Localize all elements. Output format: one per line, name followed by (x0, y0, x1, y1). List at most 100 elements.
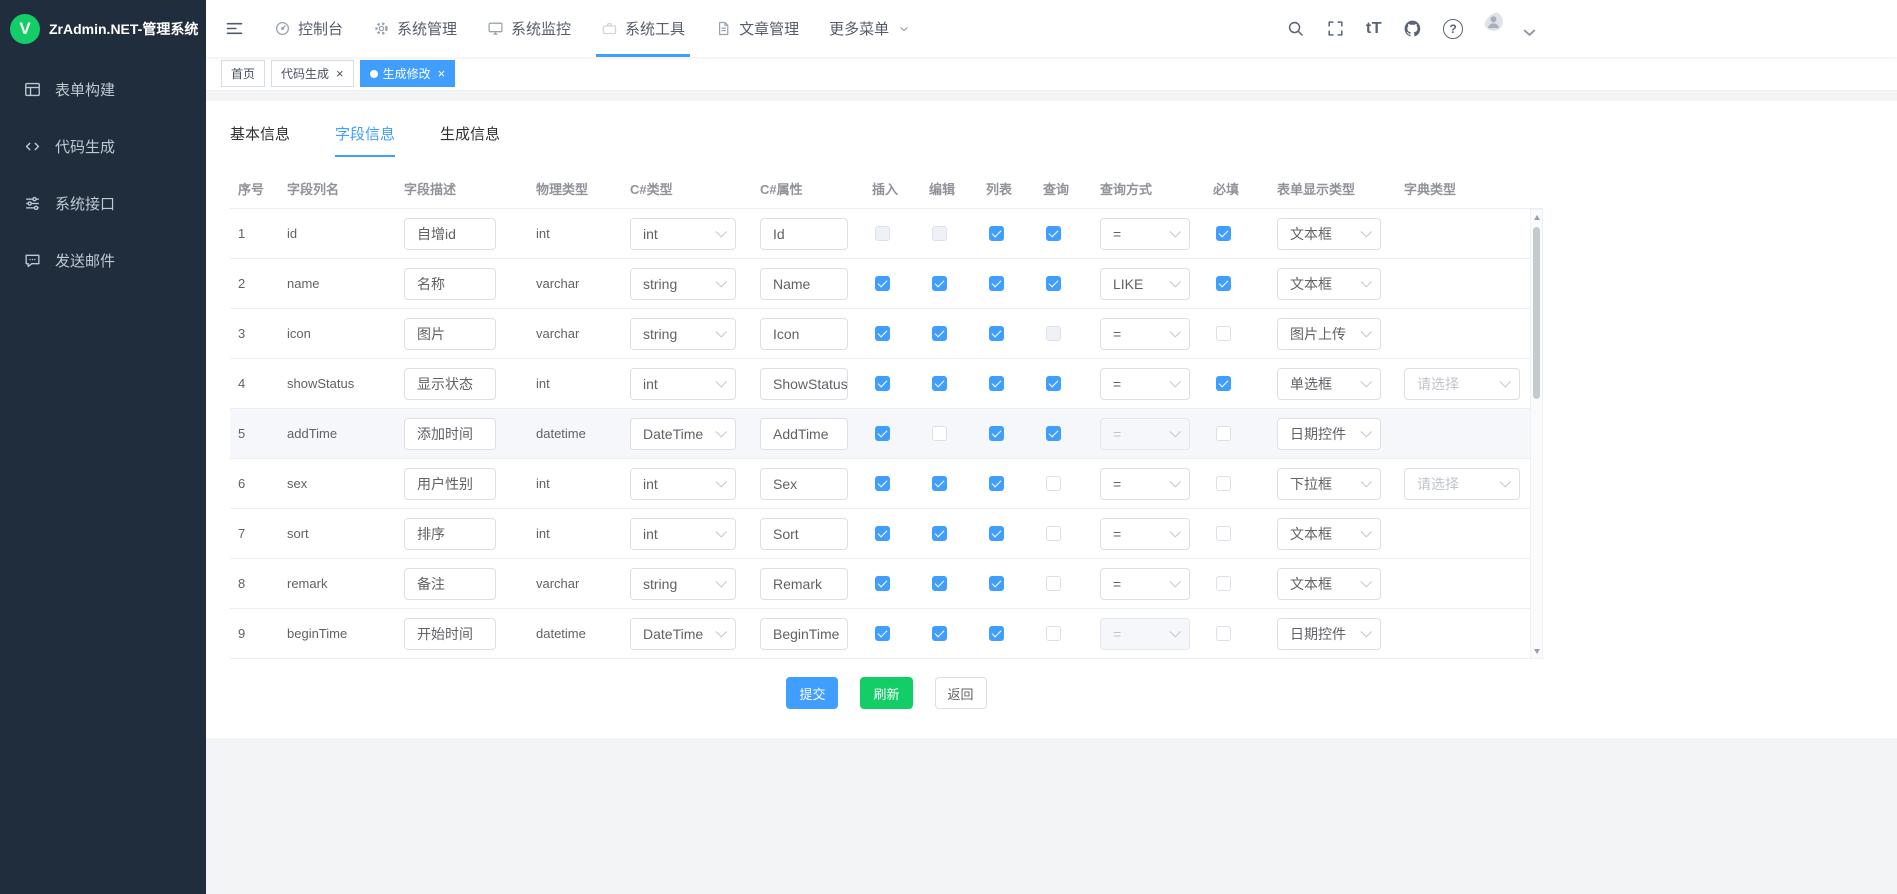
user-menu[interactable] (1484, 12, 1539, 45)
back-button[interactable]: 返回 (935, 677, 987, 709)
description-input[interactable]: 开始时间 (404, 618, 496, 650)
select-input[interactable]: 请选择 (1404, 468, 1520, 500)
checkbox[interactable] (875, 326, 890, 341)
csharp-property-input[interactable]: Remark (760, 568, 848, 600)
checkbox[interactable] (932, 626, 947, 641)
fullscreen-icon[interactable] (1326, 19, 1345, 38)
hamburger-menu-icon[interactable] (224, 18, 245, 39)
table-scrollbar[interactable] (1530, 209, 1543, 659)
select-input[interactable]: 下拉框 (1277, 468, 1381, 500)
refresh-button[interactable]: 刷新 (860, 677, 912, 709)
checkbox[interactable] (989, 476, 1004, 491)
checkbox[interactable] (1216, 276, 1231, 291)
checkbox[interactable] (932, 276, 947, 291)
nav-item-system-management[interactable]: 系统管理 (358, 0, 472, 57)
checkbox[interactable] (989, 426, 1004, 441)
nav-item-article-management[interactable]: 文章管理 (700, 0, 814, 57)
scroll-up-arrow[interactable] (1531, 210, 1542, 224)
checkbox[interactable] (1046, 576, 1061, 591)
csharp-property-input[interactable]: Icon (760, 318, 848, 350)
checkbox[interactable] (1216, 376, 1231, 391)
select-input[interactable]: = (1100, 468, 1190, 500)
checkbox[interactable] (1046, 426, 1061, 441)
tab-generate-info[interactable]: 生成信息 (440, 117, 500, 157)
description-input[interactable]: 显示状态 (404, 368, 496, 400)
nav-item-more-menu[interactable]: 更多菜单 (814, 0, 925, 57)
description-input[interactable]: 用户性别 (404, 468, 496, 500)
font-size-icon[interactable]: tT (1366, 20, 1382, 38)
checkbox[interactable] (1046, 626, 1061, 641)
description-input[interactable]: 备注 (404, 568, 496, 600)
sidebar-item-system-api[interactable]: 系统接口 (0, 175, 206, 232)
select-input[interactable]: 图片上传 (1277, 318, 1381, 350)
checkbox[interactable] (1216, 326, 1231, 341)
checkbox[interactable] (1046, 476, 1061, 491)
close-icon[interactable]: × (336, 67, 344, 80)
checkbox[interactable] (1216, 426, 1231, 441)
checkbox[interactable] (1046, 526, 1061, 541)
select-input[interactable]: 请选择 (1404, 368, 1520, 400)
checkbox[interactable] (875, 526, 890, 541)
description-input[interactable]: 排序 (404, 518, 496, 550)
github-icon[interactable] (1403, 19, 1422, 38)
select-input[interactable]: 日期控件 (1277, 618, 1381, 650)
checkbox[interactable] (989, 326, 1004, 341)
checkbox[interactable] (932, 426, 947, 441)
checkbox[interactable] (989, 526, 1004, 541)
select-input[interactable]: 文本框 (1277, 568, 1381, 600)
sidebar-item-code-generation[interactable]: 代码生成 (0, 118, 206, 175)
checkbox[interactable] (989, 626, 1004, 641)
checkbox[interactable] (1216, 476, 1231, 491)
checkbox[interactable] (875, 476, 890, 491)
select-input[interactable]: 文本框 (1277, 518, 1381, 550)
checkbox[interactable] (875, 276, 890, 291)
checkbox[interactable] (1216, 626, 1231, 641)
select-input[interactable]: = (1100, 318, 1190, 350)
tab-field-info[interactable]: 字段信息 (335, 117, 395, 157)
select-input[interactable]: int (630, 518, 736, 550)
tag-code-generation[interactable]: 代码生成 × (271, 60, 354, 87)
checkbox[interactable] (875, 426, 890, 441)
description-input[interactable]: 自增id (404, 218, 496, 250)
select-input[interactable]: = (1100, 518, 1190, 550)
checkbox[interactable] (1046, 226, 1061, 241)
close-icon[interactable]: × (438, 67, 446, 80)
checkbox[interactable] (932, 476, 947, 491)
description-input[interactable]: 名称 (404, 268, 496, 300)
scrollbar-thumb[interactable] (1533, 227, 1540, 399)
csharp-property-input[interactable]: Sort (760, 518, 848, 550)
nav-item-system-tools[interactable]: 系统工具 (586, 0, 700, 57)
select-input[interactable]: int (630, 218, 736, 250)
csharp-property-input[interactable]: Name (760, 268, 848, 300)
csharp-property-input[interactable]: AddTime (760, 418, 848, 450)
checkbox[interactable] (1046, 276, 1061, 291)
select-input[interactable]: LIKE (1100, 268, 1190, 300)
select-input[interactable]: = (1100, 368, 1190, 400)
select-input[interactable]: int (630, 368, 736, 400)
checkbox[interactable] (1216, 226, 1231, 241)
sidebar-item-form-builder[interactable]: 表单构建 (0, 61, 206, 118)
csharp-property-input[interactable]: Id (760, 218, 848, 250)
checkbox[interactable] (989, 376, 1004, 391)
checkbox[interactable] (875, 376, 890, 391)
scroll-down-arrow[interactable] (1531, 644, 1542, 658)
checkbox[interactable] (932, 576, 947, 591)
csharp-property-input[interactable]: ShowStatus (760, 368, 848, 400)
select-input[interactable]: 文本框 (1277, 218, 1381, 250)
help-icon[interactable]: ? (1443, 19, 1463, 39)
tag-home[interactable]: 首页 (221, 60, 265, 87)
select-input[interactable]: 文本框 (1277, 268, 1381, 300)
tab-basic-info[interactable]: 基本信息 (230, 117, 290, 157)
csharp-property-input[interactable]: Sex (760, 468, 848, 500)
checkbox[interactable] (989, 576, 1004, 591)
select-input[interactable]: DateTime (630, 418, 736, 450)
csharp-property-input[interactable]: BeginTime (760, 618, 848, 650)
checkbox[interactable] (989, 276, 1004, 291)
checkbox[interactable] (932, 376, 947, 391)
search-icon[interactable] (1286, 19, 1305, 38)
checkbox[interactable] (989, 226, 1004, 241)
app-logo[interactable]: V ZrAdmin.NET-管理系统 (0, 0, 206, 57)
nav-item-system-monitor[interactable]: 系统监控 (472, 0, 586, 57)
sidebar-item-send-mail[interactable]: 发送邮件 (0, 232, 206, 289)
select-input[interactable]: string (630, 268, 736, 300)
